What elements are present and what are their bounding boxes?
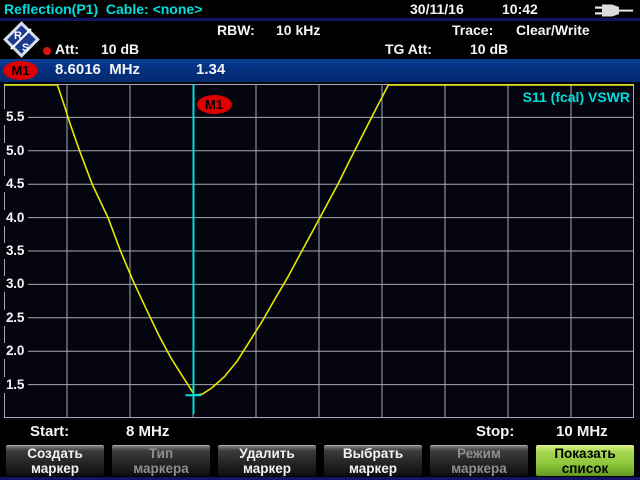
svg-text:R: R bbox=[14, 30, 22, 42]
marker-m1-badge: M1 bbox=[3, 61, 38, 80]
stop-label: Stop: bbox=[476, 423, 515, 440]
softkey-marker-type[interactable]: Тип маркера bbox=[111, 444, 211, 477]
att-value: 10 dB bbox=[101, 41, 140, 57]
rbw-value: 10 kHz bbox=[276, 22, 321, 38]
stop-value: 10 MHz bbox=[556, 423, 608, 440]
analyzer-screen: Reflection(P1) Cable: <none> 30/11/16 10… bbox=[0, 0, 640, 480]
rbw-label: RBW: bbox=[217, 22, 255, 38]
header-separator bbox=[0, 18, 640, 21]
time-display: 10:42 bbox=[502, 1, 538, 17]
date-display: 30/11/16 bbox=[410, 1, 464, 17]
y-axis-label: 5.5 bbox=[2, 109, 29, 126]
start-label: Start: bbox=[30, 423, 70, 440]
y-axis-label: 1.5 bbox=[2, 376, 29, 393]
softkey-show-list[interactable]: Показать список bbox=[535, 444, 635, 477]
y-axis-label: 2.0 bbox=[2, 343, 29, 360]
trace-math-label: S11 (fcal) VSWR bbox=[522, 89, 630, 105]
softkey-create-marker[interactable]: Создать маркер bbox=[5, 444, 105, 477]
y-axis-label: 4.0 bbox=[2, 209, 29, 226]
marker-frequency-value: 8.6016 MHz bbox=[55, 61, 141, 78]
trace-mode-label: Trace: bbox=[452, 22, 494, 38]
att-label: Att: bbox=[55, 41, 80, 57]
y-axis-label: 5.0 bbox=[2, 142, 29, 159]
tg-att-value: 10 dB bbox=[470, 41, 509, 57]
vswr-chart: 5.5 5.0 4.5 4.0 3.5 3.0 2.5 2.0 1.5 S11 (fcal) V… bbox=[0, 82, 640, 420]
y-axis-label: 3.0 bbox=[2, 276, 29, 293]
softkey-bar: Создать маркер Тип маркера Удалить марке… bbox=[0, 444, 640, 477]
softkey-marker-mode[interactable]: Режим маркера bbox=[429, 444, 529, 477]
tg-att-label: TG Att: bbox=[385, 41, 432, 57]
y-axis-label: 2.5 bbox=[2, 309, 29, 326]
softkey-delete-marker[interactable]: Удалить маркер bbox=[217, 444, 317, 477]
att-indicator-dot-icon bbox=[43, 47, 51, 55]
marker-m1-chart-label: M1 bbox=[196, 95, 232, 114]
frequency-range-row: Start: 8 MHz Stop: 10 MHz bbox=[0, 420, 640, 444]
svg-text:S: S bbox=[22, 42, 29, 54]
power-plug-icon bbox=[595, 4, 633, 17]
page-title: Reflection(P1) Cable: <none> bbox=[4, 1, 203, 17]
rs-logo: R S bbox=[2, 20, 41, 59]
y-axis-label: 4.5 bbox=[2, 176, 29, 193]
marker-vswr-value: 1.34 bbox=[196, 61, 226, 78]
trace-plot bbox=[4, 84, 634, 418]
marker-readout-bar: M1 8.6016 MHz 1.34 bbox=[0, 59, 640, 82]
trace-mode-value: Clear/Write bbox=[516, 22, 590, 38]
start-value: 8 MHz bbox=[126, 423, 170, 440]
y-axis-label: 3.5 bbox=[2, 243, 29, 259]
softkey-select-marker[interactable]: Выбрать маркер bbox=[323, 444, 423, 477]
